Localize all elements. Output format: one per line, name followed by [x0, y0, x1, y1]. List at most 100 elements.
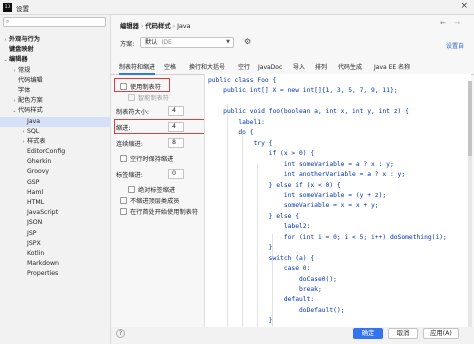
- absolute-label-checkbox[interactable]: [128, 186, 135, 193]
- settings-tree: › 外观与行为 键盘映射 ⌄编辑器 › 常规 代码编辑 字体 › 配色方案 ⌄代码样式 Java › SQ…: [0, 35, 111, 280]
- back-arrow-icon[interactable]: ←: [440, 19, 446, 27]
- sidebar-item[interactable]: Kotlin: [0, 249, 111, 259]
- code-line: label1:: [208, 118, 265, 126]
- forward-arrow-icon[interactable]: →: [454, 19, 460, 27]
- chevron-right-icon[interactable]: ›: [2, 35, 9, 45]
- sidebar-item-label: Markdown: [27, 260, 59, 268]
- code-preview[interactable]: public class Foo { public int[] X = new …: [204, 74, 471, 340]
- continuation-indent-input[interactable]: 8: [168, 138, 184, 148]
- sidebar-item-label: Groovy: [27, 168, 50, 176]
- sidebar-item[interactable]: › 外观与行为: [0, 35, 111, 45]
- sidebar-item-label: Haml: [27, 188, 44, 196]
- sidebar-item[interactable]: ⌄编辑器: [0, 55, 111, 65]
- apply-button[interactable]: 应用(A): [423, 328, 459, 339]
- scheme-suffix: IDE: [161, 39, 172, 46]
- ok-button[interactable]: 确定: [353, 328, 383, 339]
- code-line: public void foo(boolean a, int x, int y,…: [208, 108, 409, 116]
- code-line: doCase0();: [208, 275, 337, 283]
- search-icon: ⌕: [6, 18, 10, 25]
- sidebar-item[interactable]: JSPX: [0, 239, 111, 249]
- tab-size-input[interactable]: 4: [168, 106, 184, 116]
- sidebar-item-label: GSP: [27, 178, 40, 186]
- sidebar-item[interactable]: Haml: [0, 188, 111, 198]
- sidebar-item-label: Properties: [27, 270, 59, 278]
- gear-icon[interactable]: ⚙: [244, 37, 251, 46]
- chevron-right-icon[interactable]: ›: [11, 96, 18, 106]
- code-line: } else {: [208, 212, 299, 220]
- sidebar-item[interactable]: HTML: [0, 198, 111, 208]
- code-line: for (int i = 0; i < 5; i++) doSomething(…: [208, 233, 447, 241]
- chevron-down-icon[interactable]: ⌄: [11, 106, 18, 116]
- help-icon[interactable]: ?: [116, 329, 125, 338]
- sidebar-item-label: 配色方案: [18, 97, 43, 105]
- close-icon[interactable]: ×: [460, 1, 468, 11]
- sidebar-item-label: EditorConfig: [27, 148, 66, 156]
- sidebar-item[interactable]: 字体: [0, 86, 111, 96]
- sidebar-item-label: SQL: [27, 127, 40, 135]
- sidebar-item[interactable]: › 配色方案: [0, 96, 111, 106]
- sidebar-item[interactable]: JSP: [0, 229, 111, 239]
- sidebar-item-label: HTML: [27, 199, 45, 206]
- set-from-link[interactable]: 设置自: [446, 41, 464, 50]
- window-title: 设置: [16, 5, 29, 13]
- sidebar-item[interactable]: ⌄代码样式: [0, 106, 111, 116]
- keep-indents-checkbox[interactable]: [120, 155, 127, 162]
- breadcrumb-editor[interactable]: 编辑器: [120, 23, 139, 30]
- sidebar-item[interactable]: GSP: [0, 178, 111, 188]
- sidebar-item-label: 字体: [18, 86, 31, 94]
- chevron-right-icon[interactable]: ›: [11, 66, 18, 76]
- code-line: try {: [208, 139, 273, 147]
- sidebar-item[interactable]: 键盘映射: [0, 45, 111, 55]
- sidebar-item-label: 代码编辑: [18, 76, 43, 84]
- code-line: break;: [208, 286, 322, 293]
- sidebar-item[interactable]: › 常规: [0, 66, 111, 76]
- sidebar-item[interactable]: Java: [0, 116, 111, 127]
- sidebar-item-label: Kotlin: [27, 249, 45, 257]
- continuation-indent-label: 连续缩进:: [116, 141, 143, 148]
- sidebar-item[interactable]: 代码编辑: [0, 76, 111, 86]
- code-line: int anotherVariable = a ? x : y;: [208, 171, 406, 179]
- sidebar-item[interactable]: Groovy: [0, 167, 111, 177]
- sidebar-item[interactable]: EditorConfig: [0, 147, 111, 157]
- first-column-comment-label[interactable]: 在行首处开始使用制表符: [130, 207, 198, 216]
- highlight-box: [114, 119, 210, 134]
- app-icon: IJ: [3, 3, 12, 12]
- tab-1[interactable]: 空格: [164, 62, 176, 75]
- search-input[interactable]: ⌕: [3, 17, 106, 27]
- breadcrumb: 编辑器 › 代码样式 › Java: [120, 21, 190, 30]
- sidebar-item-label: JSON: [27, 219, 43, 227]
- code-line: doDefault();: [208, 306, 345, 314]
- chevron-right-icon[interactable]: ›: [20, 137, 27, 147]
- code-line: }: [208, 317, 273, 325]
- code-line: public int[] X = new int[]{1, 3, 5, 7, 9…: [208, 87, 398, 95]
- smart-tab-checkbox[interactable]: [128, 94, 135, 101]
- sidebar-item[interactable]: JavaScript: [0, 208, 111, 218]
- label-indent-input[interactable]: 0: [168, 169, 184, 179]
- keep-indents-label[interactable]: 空行时保持缩进: [130, 154, 173, 163]
- chevron-down-icon: ▼: [226, 39, 230, 45]
- no-indent-top-checkbox[interactable]: [120, 197, 127, 204]
- sidebar-item[interactable]: JSON: [0, 218, 111, 228]
- chevron-right-icon[interactable]: ›: [20, 127, 27, 137]
- first-column-comment-checkbox[interactable]: [120, 208, 127, 215]
- breadcrumb-code-style[interactable]: 代码样式: [145, 23, 170, 30]
- sidebar-item-label: 常规: [18, 66, 31, 74]
- vertical-scroll-thumb[interactable]: [468, 81, 472, 156]
- scheme-select[interactable]: 默认 IDE ▼: [140, 37, 234, 48]
- code-line: if (x > 0) {: [208, 150, 315, 158]
- absolute-label-label[interactable]: 绝对标签缩进: [138, 185, 175, 194]
- tab-0[interactable]: 制表符和缩进: [119, 62, 156, 75]
- sidebar-item-label: 样式表: [27, 137, 46, 145]
- sidebar-item[interactable]: Properties: [0, 269, 111, 279]
- sidebar-item[interactable]: › SQL: [0, 127, 111, 137]
- sidebar-item[interactable]: Markdown: [0, 259, 111, 269]
- chevron-down-icon[interactable]: ⌄: [2, 55, 9, 65]
- no-indent-top-label[interactable]: 不缩进顶层类成员: [130, 196, 180, 205]
- sidebar-item[interactable]: › 样式表: [0, 137, 111, 147]
- code-line: label2:: [208, 223, 311, 231]
- sidebar-item-label: JSPX: [27, 239, 41, 247]
- dialog-footer: ? 确定 取消 应用(A): [111, 327, 474, 344]
- sidebar-item[interactable]: Gherkin: [0, 157, 111, 167]
- scheme-row: 方案: 默认 IDE ▼ ⚙: [120, 37, 280, 49]
- cancel-button[interactable]: 取消: [388, 328, 418, 339]
